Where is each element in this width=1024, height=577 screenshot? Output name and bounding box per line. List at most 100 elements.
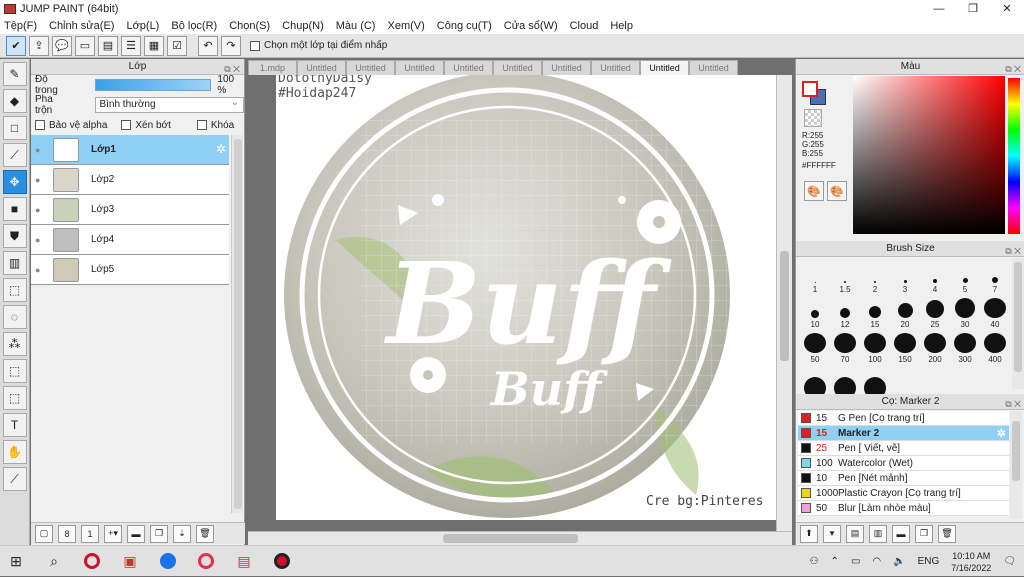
hue-slider[interactable] (1008, 78, 1020, 234)
brush-size-option[interactable]: 4 (920, 263, 950, 294)
tool-shape[interactable]: □ (2, 116, 27, 140)
select-layer-checkbox[interactable] (250, 40, 260, 51)
document-button[interactable]: ☰ (121, 35, 141, 56)
merge-layer-button[interactable]: ⇣ (173, 524, 191, 543)
tab-document[interactable]: 1.mdp (248, 60, 297, 75)
page-button[interactable]: ▤ (98, 35, 118, 56)
menu-view[interactable]: Xem(V) (387, 20, 424, 32)
jump-paint-taskbar-button[interactable]: ▤ (228, 546, 260, 577)
layer-scrollbar[interactable] (231, 135, 243, 513)
brush-size-option[interactable]: 5 (950, 263, 980, 294)
delete-layer-button[interactable]: 🗑 (196, 524, 214, 543)
add-brush-button[interactable]: ⬆ (800, 524, 818, 543)
zalo-taskbar-button[interactable] (152, 546, 184, 577)
brush-duplicate-button[interactable]: ❐ (915, 524, 933, 543)
maximize-button[interactable]: ❐ (956, 0, 990, 17)
add-layer-menu-button[interactable]: +▾ (104, 524, 122, 543)
tool-fill-rect[interactable]: ■ (2, 197, 27, 221)
brush-size-option[interactable]: 12 (830, 298, 860, 329)
blend-mode-select[interactable]: Bình thường (95, 96, 244, 113)
brush-size-option[interactable]: 40 (980, 298, 1010, 329)
new-layer-button[interactable]: ▢ (35, 524, 53, 543)
language-indicator[interactable]: ENG (918, 556, 940, 567)
brush-size-option[interactable]: 7 (980, 263, 1010, 294)
tool-hand[interactable]: ✋ (2, 440, 27, 464)
tool-eraser[interactable]: ◆ (2, 89, 27, 113)
battery-icon[interactable]: ▭ (851, 556, 860, 567)
visibility-icon[interactable]: ● (35, 175, 47, 185)
volume-icon[interactable]: 🔈 (893, 556, 905, 567)
wifi-icon[interactable]: ◠ (872, 556, 881, 567)
clipping-checkbox[interactable] (121, 120, 132, 130)
layer-item-2[interactable]: ● Lớp2 (31, 165, 229, 195)
brush-size-option[interactable]: 2 (860, 263, 890, 294)
panel-close-icon[interactable]: ⧉ ✕ (1005, 243, 1021, 259)
menu-filter[interactable]: Bộ lọc(R) (171, 20, 217, 32)
canvas-horizontal-scrollbar[interactable] (248, 531, 792, 545)
brush-size-scrollbar[interactable] (1012, 258, 1024, 389)
close-button[interactable]: ✕ (990, 0, 1024, 17)
brush-size-option[interactable]: 150 (890, 333, 920, 364)
tab-document[interactable]: Untitled (689, 60, 738, 75)
chevron-up-icon[interactable]: ⌃ (831, 556, 839, 567)
menu-file[interactable]: Tệp(F) (4, 20, 37, 32)
tab-document[interactable]: Untitled (444, 60, 493, 75)
search-button[interactable]: ⌕ (38, 546, 70, 577)
brush-item[interactable]: 15 G Pen [Cọ trang trí] (798, 411, 1009, 426)
transparent-swatch[interactable] (804, 109, 822, 127)
brush-item[interactable]: 10 Pen [Nét mảnh] (798, 471, 1009, 486)
saturation-value-picker[interactable] (853, 76, 1005, 234)
menu-layer[interactable]: Lớp(L) (126, 20, 159, 32)
export-button[interactable]: ⇪ (29, 35, 49, 56)
new-layer-1bit-button[interactable]: 1 (81, 524, 99, 543)
brush-size-option[interactable]: 50 (800, 333, 830, 364)
redo-button[interactable]: ↷ (221, 35, 241, 56)
tab-document[interactable]: Untitled (493, 60, 542, 75)
undo-button[interactable]: ↶ (198, 35, 218, 56)
drawing-canvas[interactable]: Buff Buff DotothyDaisy #Hoidap247 Cre bg… (276, 75, 776, 520)
visibility-icon[interactable]: ● (35, 205, 47, 215)
tab-document-active[interactable]: Untitled (640, 60, 689, 75)
menu-capture[interactable]: Chụp(N) (282, 20, 324, 32)
gear-icon[interactable]: ✲ (216, 142, 226, 156)
tab-document[interactable]: Untitled (346, 60, 395, 75)
protect-alpha-checkbox[interactable] (35, 120, 45, 130)
notification-icon[interactable]: 🗨 (1003, 556, 1016, 567)
brush-size-option[interactable]: 1 (800, 263, 830, 294)
opera-gx-taskbar-button[interactable] (190, 546, 222, 577)
layer-item-4[interactable]: ● Lớp4 (31, 225, 229, 255)
tool-gradient[interactable]: ▥ (2, 251, 27, 275)
brush-size-option[interactable]: 1.5 (830, 263, 860, 294)
brush-copy-button[interactable]: ▥ (869, 524, 887, 543)
menu-edit[interactable]: Chỉnh sửa(E) (49, 20, 114, 32)
tool-text[interactable]: T (2, 413, 27, 437)
pointer-mode-button[interactable]: ✔ (6, 35, 26, 56)
canvas-vertical-scrollbar[interactable] (776, 75, 792, 531)
people-icon[interactable]: ⚇ (810, 556, 819, 567)
new-folder-button[interactable]: ▬ (127, 524, 145, 543)
visibility-icon[interactable]: ● (35, 265, 47, 275)
recorder-taskbar-button[interactable] (266, 546, 298, 577)
menu-window[interactable]: Cửa sổ(W) (504, 20, 558, 32)
canvas-area[interactable]: Buff Buff DotothyDaisy #Hoidap247 Cre bg… (248, 75, 776, 531)
minimize-button[interactable]: — (922, 0, 956, 17)
tool-select-eraser[interactable]: ⬚ (2, 386, 27, 410)
menu-help[interactable]: Help (610, 20, 633, 32)
tool-eyedropper[interactable]: ⟋ (2, 467, 27, 491)
brush-size-option[interactable]: 3 (890, 263, 920, 294)
brush-size-option[interactable]: 300 (950, 333, 980, 364)
menu-tools[interactable]: Công cụ(T) (437, 20, 492, 32)
layer-item-1[interactable]: ● Lớp1 ✲ (31, 135, 229, 165)
visibility-icon[interactable]: ● (35, 145, 47, 155)
text-balloon-button[interactable]: ▭ (75, 35, 95, 56)
tab-document[interactable]: Untitled (591, 60, 640, 75)
visibility-icon[interactable]: ● (35, 235, 47, 245)
gear-icon[interactable]: ✲ (997, 427, 1006, 440)
panel-close-icon[interactable]: ⧉ ✕ (1005, 396, 1021, 412)
brush-item[interactable]: 50 Blur [Làm nhòe màu] (798, 501, 1009, 516)
brush-folder-button[interactable]: ▬ (892, 524, 910, 543)
brush-size-option[interactable]: 15 (860, 298, 890, 329)
menu-select[interactable]: Chọn(S) (229, 20, 270, 32)
foreground-color-swatch[interactable] (802, 81, 818, 97)
tool-lasso[interactable]: ◌ (2, 305, 27, 329)
